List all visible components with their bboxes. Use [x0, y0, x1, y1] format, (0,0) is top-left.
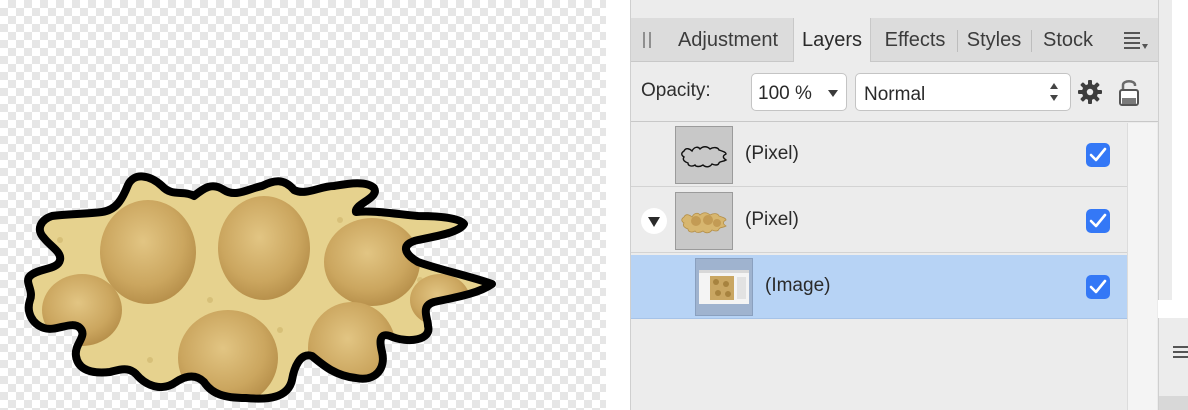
layer-name: (Pixel)	[745, 209, 799, 230]
tab-divider	[957, 30, 958, 52]
visibility-checkbox[interactable]	[1086, 275, 1110, 299]
layer-name: (Pixel)	[745, 143, 799, 164]
panel-header-strip	[631, 0, 1158, 18]
masked-image-shape[interactable]	[0, 0, 606, 410]
tab-layers[interactable]: Layers	[793, 18, 871, 62]
layer-thumbnail	[675, 192, 733, 250]
opacity-value: 100 %	[758, 83, 812, 104]
tab-divider	[1031, 30, 1032, 52]
checkbox-icon	[1089, 279, 1107, 294]
side-panel-gap	[1158, 300, 1188, 316]
side-panel-strip	[1158, 0, 1188, 410]
layer-thumbnail	[675, 126, 733, 184]
layer-thumbnail	[695, 258, 753, 316]
tab-effects[interactable]: Effects	[873, 18, 957, 62]
disclosure-triangle-icon[interactable]	[641, 208, 667, 234]
panel-menu-icon[interactable]	[1122, 30, 1148, 50]
lock-icon[interactable]	[1117, 77, 1141, 107]
checkbox-icon	[1089, 213, 1107, 228]
visibility-checkbox[interactable]	[1086, 209, 1110, 233]
opacity-dropdown[interactable]: 100 %	[751, 73, 847, 111]
layer-name: (Image)	[765, 275, 831, 296]
menu-icon[interactable]	[1173, 346, 1188, 360]
chevron-down-icon	[828, 90, 838, 97]
canvas-gutter	[606, 0, 630, 410]
side-panel-edge	[1158, 0, 1172, 300]
tab-styles[interactable]: Styles	[959, 18, 1029, 62]
layer-row[interactable]: (Pixel)	[631, 123, 1127, 187]
grip-icon[interactable]	[643, 32, 653, 48]
tab-adjustment[interactable]: Adjustment	[665, 18, 791, 62]
opacity-label: Opacity:	[641, 80, 711, 101]
document-canvas[interactable]	[0, 0, 606, 410]
layers-scrollbar[interactable]	[1127, 123, 1157, 410]
layer-options-bar: Opacity: 100 % Normal	[631, 62, 1158, 122]
layer-row[interactable]: (Pixel)	[631, 189, 1127, 253]
blend-mode-select[interactable]: Normal	[855, 73, 1071, 111]
side-panel-footer	[1159, 396, 1188, 410]
layers-list: (Pixel) (Pixel) (Image)	[631, 123, 1127, 410]
checkbox-icon	[1089, 147, 1107, 162]
layer-row-selected[interactable]: (Image)	[631, 255, 1127, 319]
side-panel-handle[interactable]	[1158, 318, 1188, 410]
stepper-icon	[1050, 83, 1060, 103]
blend-mode-value: Normal	[864, 84, 926, 105]
tab-stock[interactable]: Stock	[1033, 18, 1103, 62]
layers-panel: Adjustment Layers Effects Styles Stock O…	[630, 0, 1158, 410]
visibility-checkbox[interactable]	[1086, 143, 1110, 167]
panel-tab-bar: Adjustment Layers Effects Styles Stock	[631, 18, 1158, 62]
gear-icon[interactable]	[1077, 79, 1103, 105]
